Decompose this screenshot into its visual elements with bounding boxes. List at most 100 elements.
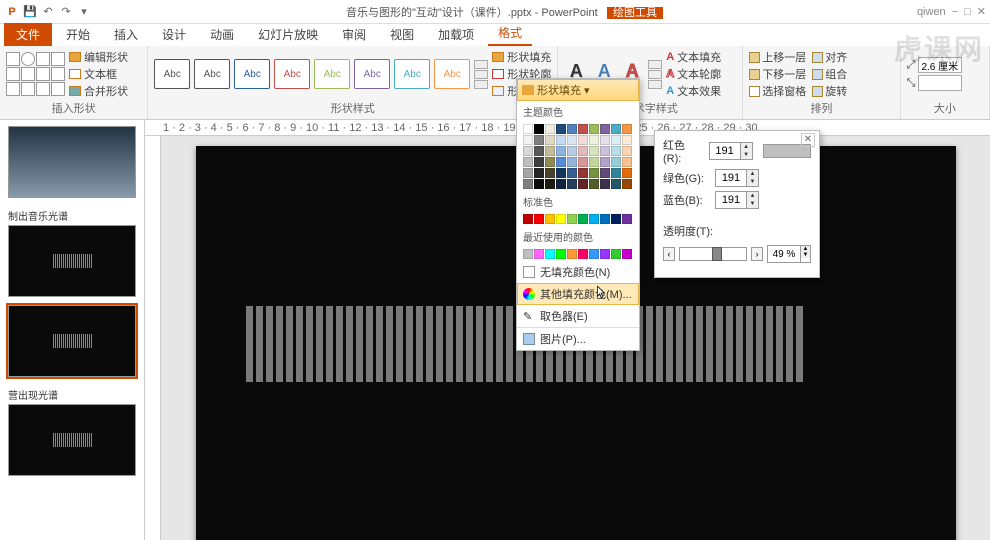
color-swatch[interactable]: [611, 124, 621, 134]
wordart-more-icon[interactable]: [648, 60, 662, 89]
rotate-button[interactable]: 旋转: [812, 83, 847, 99]
color-swatch[interactable]: [589, 157, 599, 167]
color-swatch[interactable]: [589, 214, 599, 224]
color-swatch[interactable]: [556, 146, 566, 156]
color-swatch[interactable]: [600, 146, 610, 156]
tab-view[interactable]: 视图: [380, 23, 424, 46]
selection-pane-button[interactable]: 选择窗格: [749, 83, 806, 99]
width-input[interactable]: [918, 75, 962, 91]
edit-shape-button[interactable]: 编辑形状: [69, 49, 128, 65]
thumbnail-1[interactable]: [4, 126, 140, 198]
color-swatch[interactable]: [578, 168, 588, 178]
color-swatch[interactable]: [567, 249, 577, 259]
color-swatch[interactable]: [611, 249, 621, 259]
color-swatch[interactable]: [556, 135, 566, 145]
height-input[interactable]: [918, 57, 962, 73]
tab-animations[interactable]: 动画: [200, 23, 244, 46]
color-swatch[interactable]: [556, 124, 566, 134]
tab-slideshow[interactable]: 幻灯片放映: [248, 23, 328, 46]
shape-fill-button[interactable]: 形状填充: [492, 49, 551, 65]
color-swatch[interactable]: [523, 135, 533, 145]
picture-fill-item[interactable]: 图片(P)...: [517, 327, 639, 350]
color-swatch[interactable]: [589, 135, 599, 145]
color-swatch[interactable]: [523, 124, 533, 134]
color-swatch[interactable]: [622, 124, 632, 134]
color-swatch[interactable]: [523, 179, 533, 189]
spin-down-icon[interactable]: ▼: [741, 151, 752, 159]
slider-right-icon[interactable]: ›: [751, 247, 763, 261]
color-swatch[interactable]: [567, 146, 577, 156]
thumbnail-3[interactable]: [4, 305, 140, 377]
more-fill-colors-item[interactable]: 其他填充颜色(M)...: [517, 283, 639, 305]
color-swatch[interactable]: [534, 214, 544, 224]
color-swatch[interactable]: [600, 124, 610, 134]
color-swatch[interactable]: [523, 146, 533, 156]
bring-forward-button[interactable]: 上移一层: [749, 49, 806, 65]
undo-icon[interactable]: ↶: [40, 4, 56, 20]
color-swatch[interactable]: [523, 214, 533, 224]
minimize-icon[interactable]: −: [952, 6, 958, 18]
color-swatch[interactable]: [611, 135, 621, 145]
color-swatch[interactable]: [611, 146, 621, 156]
color-swatch[interactable]: [611, 157, 621, 167]
send-backward-button[interactable]: 下移一层: [749, 66, 806, 82]
shape-style-gallery[interactable]: Abc Abc Abc Abc Abc Abc Abc Abc: [154, 59, 488, 89]
color-swatch[interactable]: [578, 249, 588, 259]
color-swatch[interactable]: [600, 249, 610, 259]
color-swatch[interactable]: [622, 135, 632, 145]
color-swatch[interactable]: [534, 168, 544, 178]
color-swatch[interactable]: [611, 214, 621, 224]
color-swatch[interactable]: [589, 179, 599, 189]
tab-insert[interactable]: 插入: [104, 23, 148, 46]
red-input[interactable]: ▲▼: [709, 142, 753, 160]
tab-addins[interactable]: 加载项: [428, 23, 484, 46]
blue-input[interactable]: ▲▼: [715, 191, 759, 209]
gallery-more-icon[interactable]: [474, 60, 488, 89]
color-swatch[interactable]: [545, 146, 555, 156]
transparency-input[interactable]: ▲▼: [767, 245, 811, 263]
color-swatch[interactable]: [622, 179, 632, 189]
color-swatch[interactable]: [556, 179, 566, 189]
qat-more-icon[interactable]: ▾: [76, 4, 92, 20]
text-fill-button[interactable]: A文本填充: [666, 49, 721, 65]
color-swatch[interactable]: [545, 214, 555, 224]
color-swatch[interactable]: [545, 157, 555, 167]
color-swatch[interactable]: [611, 179, 621, 189]
color-swatch[interactable]: [611, 168, 621, 178]
color-swatch[interactable]: [600, 157, 610, 167]
color-swatch[interactable]: [589, 124, 599, 134]
text-box-button[interactable]: 文本框: [69, 66, 128, 82]
color-swatch[interactable]: [556, 249, 566, 259]
color-swatch[interactable]: [545, 168, 555, 178]
color-swatch[interactable]: [523, 157, 533, 167]
eyedropper-item[interactable]: ✎取色器(E): [517, 305, 639, 327]
no-fill-item[interactable]: 无填充颜色(N): [517, 261, 639, 283]
color-swatch[interactable]: [578, 146, 588, 156]
color-swatch[interactable]: [545, 135, 555, 145]
color-swatch[interactable]: [545, 124, 555, 134]
shapes-gallery[interactable]: [6, 52, 65, 96]
tab-review[interactable]: 审阅: [332, 23, 376, 46]
slider-left-icon[interactable]: ‹: [663, 247, 675, 261]
color-swatch[interactable]: [567, 168, 577, 178]
color-swatch[interactable]: [622, 168, 632, 178]
color-swatch[interactable]: [567, 124, 577, 134]
color-swatch[interactable]: [534, 146, 544, 156]
color-swatch[interactable]: [622, 249, 632, 259]
color-swatch[interactable]: [567, 157, 577, 167]
color-swatch[interactable]: [567, 214, 577, 224]
color-swatch[interactable]: [600, 179, 610, 189]
color-swatch[interactable]: [545, 179, 555, 189]
redo-icon[interactable]: ↷: [58, 4, 74, 20]
color-swatch[interactable]: [534, 157, 544, 167]
text-outline-button[interactable]: A文本轮廓: [666, 66, 721, 82]
color-swatch[interactable]: [556, 157, 566, 167]
color-swatch[interactable]: [567, 179, 577, 189]
group-button[interactable]: 组合: [812, 66, 847, 82]
color-swatch[interactable]: [578, 179, 588, 189]
theme-color-palette[interactable]: [517, 122, 639, 191]
maximize-icon[interactable]: □: [964, 6, 971, 18]
color-swatch[interactable]: [600, 135, 610, 145]
color-swatch[interactable]: [523, 168, 533, 178]
merge-shape-button[interactable]: 合并形状: [69, 83, 128, 99]
